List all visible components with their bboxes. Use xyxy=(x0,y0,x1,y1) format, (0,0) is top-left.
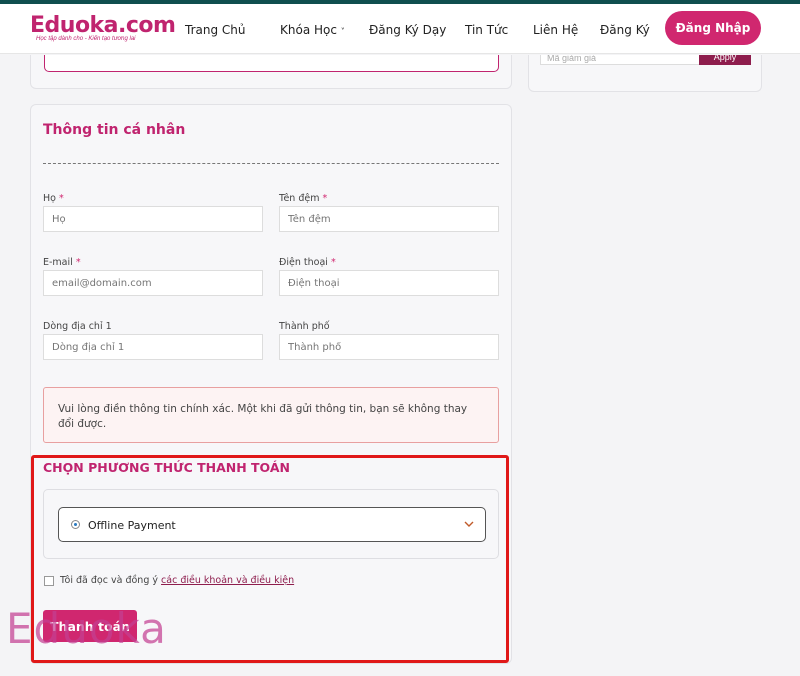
address-label: Dòng địa chỉ 1 xyxy=(43,321,112,332)
required-mark: * xyxy=(59,193,64,204)
payment-method-title: CHỌN PHƯƠNG THỨC THANH TOÁN xyxy=(43,460,290,475)
required-mark: * xyxy=(322,193,328,204)
section-divider xyxy=(43,163,499,164)
phone-label: Điện thoại * xyxy=(279,257,336,268)
terms-checkbox[interactable] xyxy=(44,576,54,586)
site-header: Eduoka.com Học tập dành cho - Kiến tạo t… xyxy=(0,4,800,54)
login-button[interactable]: Đăng Nhập xyxy=(665,11,761,45)
nav-courses-label: Khóa Học xyxy=(280,23,337,37)
apply-coupon-button[interactable]: Apply xyxy=(699,55,751,65)
city-label: Thành phố xyxy=(279,321,330,332)
order-summary-card: Mã giảm giá Apply xyxy=(528,55,762,92)
last-name-input[interactable] xyxy=(43,206,263,232)
last-name-label: Họ * xyxy=(43,193,64,204)
required-mark: * xyxy=(75,257,81,268)
payment-method-box: Offline Payment xyxy=(43,489,499,559)
middle-name-input[interactable] xyxy=(279,206,499,232)
city-input[interactable] xyxy=(279,334,499,360)
email-label: E-mail * xyxy=(43,257,81,268)
nav-register[interactable]: Đăng Ký xyxy=(600,23,650,37)
middle-name-label: Tên đệm * xyxy=(279,193,327,204)
email-label-text: E-mail xyxy=(43,257,73,268)
previous-section-card xyxy=(30,55,512,89)
chevron-down-icon: ˅ xyxy=(340,27,345,36)
terms-link[interactable]: các điều khoản và điều kiện xyxy=(161,575,294,586)
previous-section-box xyxy=(44,55,499,72)
nav-contact[interactable]: Liên Hệ xyxy=(533,23,578,37)
phone-input[interactable] xyxy=(279,270,499,296)
address-input[interactable] xyxy=(43,334,263,360)
terms-prefix: Tôi đã đọc và đồng ý xyxy=(60,575,158,586)
payment-method-select[interactable]: Offline Payment xyxy=(58,507,486,542)
nav-news[interactable]: Tin Tức xyxy=(465,23,508,37)
pay-button[interactable]: Thanh toán xyxy=(43,610,137,642)
info-notice: Vui lòng điền thông tin chính xác. Một k… xyxy=(43,387,499,443)
phone-label-text: Điện thoại xyxy=(279,257,328,268)
personal-info-title: Thông tin cá nhân xyxy=(43,122,186,138)
radio-selected-icon[interactable] xyxy=(71,520,80,529)
coupon-input[interactable]: Mã giảm giá xyxy=(540,55,700,65)
nav-home[interactable]: Trang Chủ xyxy=(185,23,245,37)
chevron-down-icon xyxy=(464,521,474,527)
site-logo[interactable]: Eduoka.com Học tập dành cho - Kiến tạo t… xyxy=(30,13,176,43)
last-name-label-text: Họ xyxy=(43,193,56,204)
email-input[interactable] xyxy=(43,270,263,296)
logo-text: Eduoka.com xyxy=(30,13,176,38)
nav-courses[interactable]: Khóa Học ˅ xyxy=(280,23,345,37)
middle-name-label-text: Tên đệm xyxy=(279,193,320,204)
payment-option-label: Offline Payment xyxy=(88,519,176,532)
nav-teach[interactable]: Đăng Ký Dạy xyxy=(369,23,446,37)
checkout-form-card: Thông tin cá nhân Họ * Tên đệm * E-mail … xyxy=(30,104,512,664)
required-mark: * xyxy=(330,257,336,268)
terms-text: Tôi đã đọc và đồng ý các điều khoản và đ… xyxy=(60,575,294,586)
